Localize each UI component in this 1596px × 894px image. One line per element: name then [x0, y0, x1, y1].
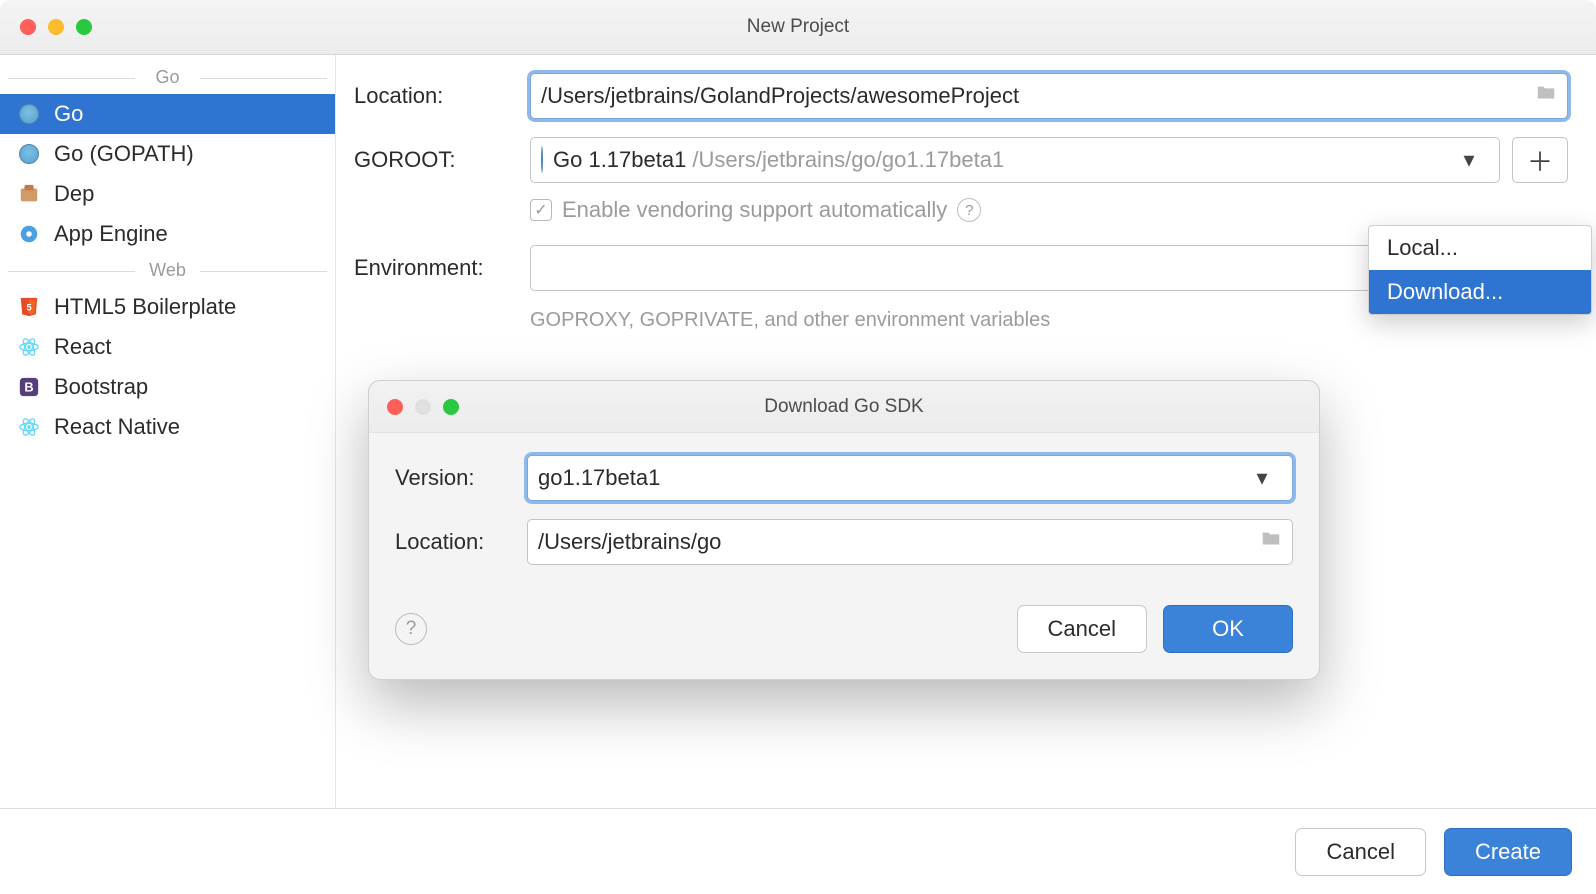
location-input[interactable]: /Users/jetbrains/GolandProjects/awesomeP…: [530, 73, 1568, 119]
zoom-window-button[interactable]: [443, 399, 459, 415]
download-body: Version: go1.17beta1 ▾ Location: /Users/…: [369, 433, 1319, 565]
sidebar-item-appengine[interactable]: App Engine: [0, 214, 335, 254]
sidebar-item-bootstrap[interactable]: B Bootstrap: [0, 367, 335, 407]
download-titlebar: Download Go SDK: [369, 381, 1319, 433]
dep-icon: [18, 183, 40, 205]
location-label: Location:: [354, 83, 530, 109]
footer: Cancel Create: [0, 808, 1596, 894]
download-location-input[interactable]: /Users/jetbrains/go: [527, 519, 1293, 565]
minimize-window-button: [415, 399, 431, 415]
react-icon: [18, 336, 40, 358]
react-icon: [18, 416, 40, 438]
menu-item-download[interactable]: Download...: [1369, 270, 1591, 314]
environment-label: Environment:: [354, 255, 530, 281]
gopher-icon: [18, 143, 40, 165]
chevron-down-icon: ▾: [1449, 147, 1489, 173]
close-window-button[interactable]: [20, 19, 36, 35]
version-value: go1.17beta1: [538, 465, 660, 491]
goroot-select[interactable]: Go 1.17beta1 /Users/jetbrains/go/go1.17b…: [530, 137, 1500, 183]
minimize-window-button[interactable]: [48, 19, 64, 35]
sidebar-item-html5[interactable]: 5 HTML5 Boilerplate: [0, 287, 335, 327]
sidebar-item-react[interactable]: React: [0, 327, 335, 367]
svg-text:B: B: [24, 380, 33, 395]
version-label: Version:: [395, 465, 527, 491]
download-dialog-title: Download Go SDK: [764, 396, 923, 418]
location-row: Location: /Users/jetbrains/GolandProject…: [354, 73, 1568, 119]
gopher-icon: [18, 103, 40, 125]
sidebar-item-label: HTML5 Boilerplate: [54, 294, 236, 320]
window-title: New Project: [747, 16, 849, 38]
bootstrap-icon: B: [18, 376, 40, 398]
cancel-button[interactable]: Cancel: [1295, 828, 1425, 876]
help-icon[interactable]: ?: [957, 198, 981, 222]
vendoring-label: Enable vendoring support automatically: [562, 197, 947, 223]
sidebar-item-label: Dep: [54, 181, 94, 207]
sidebar-item-label: React Native: [54, 414, 180, 440]
plus-icon: ＋: [1527, 142, 1553, 179]
download-footer: ? Cancel OK: [369, 583, 1319, 679]
chevron-down-icon: ▾: [1242, 465, 1282, 491]
sidebar-item-dep[interactable]: Dep: [0, 174, 335, 214]
download-location-value: /Users/jetbrains/go: [538, 529, 721, 555]
menu-item-local[interactable]: Local...: [1369, 226, 1591, 270]
sidebar-item-label: Go: [54, 101, 83, 127]
goroot-value: Go 1.17beta1: [553, 147, 686, 173]
version-select[interactable]: go1.17beta1 ▾: [527, 455, 1293, 501]
help-icon[interactable]: ?: [395, 613, 427, 645]
sidebar-item-go[interactable]: Go: [0, 94, 335, 134]
download-cancel-button[interactable]: Cancel: [1017, 605, 1147, 653]
download-ok-button[interactable]: OK: [1163, 605, 1293, 653]
sidebar-group-web: Web: [0, 260, 335, 281]
gopher-icon: [541, 147, 543, 173]
window-controls: [20, 19, 92, 35]
sidebar-item-react-native[interactable]: React Native: [0, 407, 335, 447]
zoom-window-button[interactable]: [76, 19, 92, 35]
vendoring-row: ✓ Enable vendoring support automatically…: [530, 197, 1568, 223]
sidebar-item-label: React: [54, 334, 111, 360]
folder-icon[interactable]: [1535, 82, 1557, 110]
goroot-label: GOROOT:: [354, 147, 530, 173]
svg-text:5: 5: [26, 303, 31, 313]
sidebar-group-go: Go: [0, 67, 335, 88]
sidebar-item-gopath[interactable]: Go (GOPATH): [0, 134, 335, 174]
download-sdk-dialog: Download Go SDK Version: go1.17beta1 ▾ L…: [368, 380, 1320, 680]
location-value: /Users/jetbrains/GolandProjects/awesomeP…: [541, 83, 1019, 109]
create-button[interactable]: Create: [1444, 828, 1572, 876]
download-location-label: Location:: [395, 529, 527, 555]
html5-icon: 5: [18, 296, 40, 318]
vendoring-checkbox[interactable]: ✓: [530, 199, 552, 221]
close-window-button[interactable]: [387, 399, 403, 415]
sidebar: Go Go Go (GOPATH) Dep App Engine Web 5: [0, 55, 336, 808]
goroot-row: GOROOT: Go 1.17beta1 /Users/jetbrains/go…: [354, 137, 1568, 183]
sidebar-item-label: Go (GOPATH): [54, 141, 194, 167]
window-controls: [387, 399, 459, 415]
sidebar-item-label: App Engine: [54, 221, 168, 247]
sidebar-item-label: Bootstrap: [54, 374, 148, 400]
titlebar: New Project: [0, 0, 1596, 55]
add-sdk-button[interactable]: ＋: [1512, 137, 1568, 183]
goroot-path: /Users/jetbrains/go/go1.17beta1: [692, 147, 1004, 173]
folder-icon[interactable]: [1260, 528, 1282, 556]
add-sdk-menu: Local... Download...: [1368, 225, 1592, 315]
appengine-icon: [18, 223, 40, 245]
